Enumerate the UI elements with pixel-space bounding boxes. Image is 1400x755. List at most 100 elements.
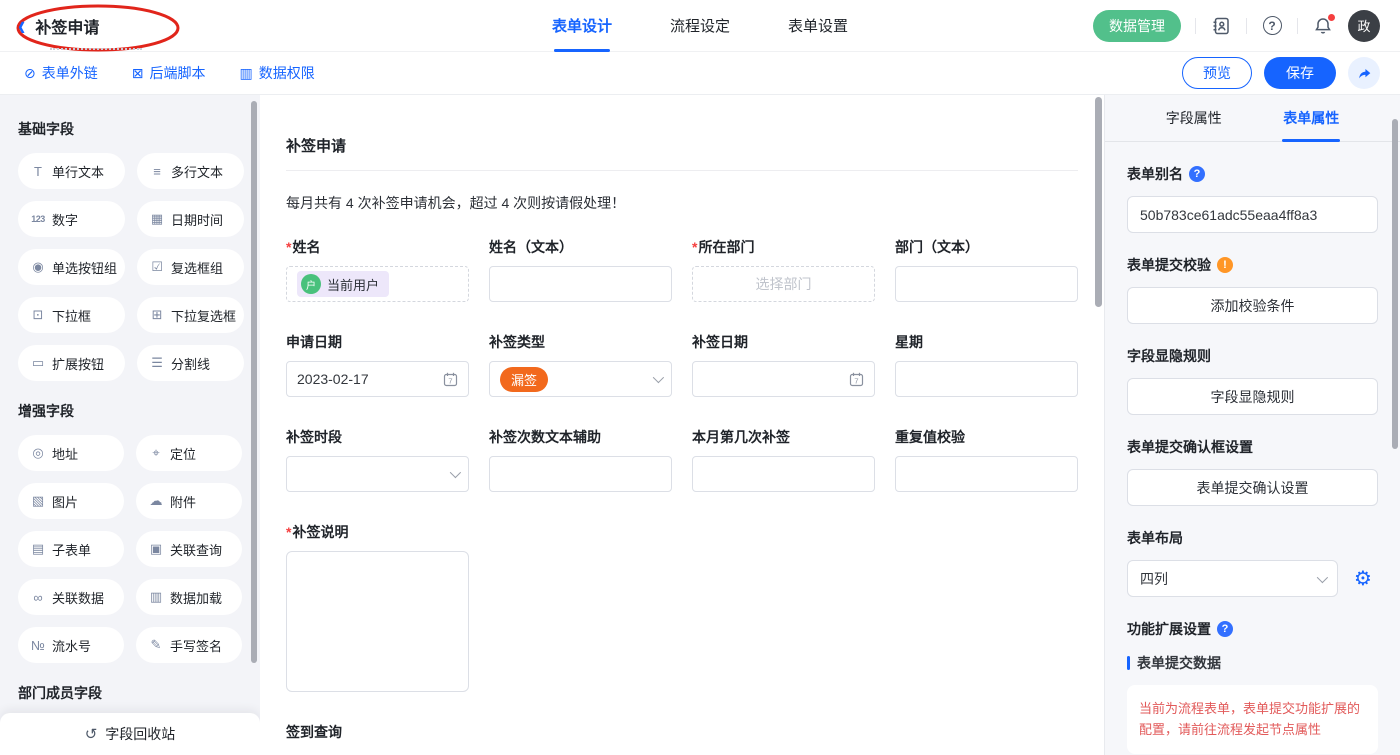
field-item-signature[interactable]: ✎手写签名: [136, 627, 242, 663]
help-icon[interactable]: ?: [1261, 15, 1283, 37]
field-recycle-bin[interactable]: ↺ 字段回收站: [0, 713, 260, 755]
field-item-radio-group[interactable]: ◉单选按钮组: [18, 249, 125, 285]
data-permission-button[interactable]: ▥ 数据权限: [239, 63, 314, 83]
field-resign-count-helper[interactable]: 补签次数文本辅助: [489, 427, 672, 492]
field-name-text[interactable]: 姓名（文本）: [489, 237, 672, 302]
tab-field-properties[interactable]: 字段属性: [1166, 95, 1222, 142]
resign-date-input[interactable]: 7: [692, 361, 875, 397]
form-alias-input[interactable]: [1127, 196, 1378, 233]
flow-form-warning: 当前为流程表单，表单提交功能扩展的配置，请前往流程发起节点属性: [1127, 685, 1378, 754]
field-item-number[interactable]: 123数字: [18, 201, 125, 237]
layout-select[interactable]: 四列: [1127, 560, 1338, 597]
attachment-cloud-icon: ☁: [148, 493, 164, 509]
resign-remark-textarea[interactable]: [286, 551, 469, 692]
field-item-divider-line[interactable]: ☰分割线: [137, 345, 244, 381]
resign-count-helper-input[interactable]: [489, 456, 672, 492]
enhanced-fields-grid: ◎地址 ⌖定位 ▧图片 ☁附件 ▤子表单 ▣关联查询 ∞关联数据 ▥数据加载 №…: [18, 435, 242, 663]
weekday-input[interactable]: [895, 361, 1078, 397]
main-tabs: 表单设计 流程设定 表单设置: [552, 0, 848, 52]
calendar-icon: ▦: [149, 211, 165, 227]
field-apply-date[interactable]: 申请日期 2023-02-17 7: [286, 332, 469, 397]
share-button[interactable]: [1348, 57, 1380, 89]
field-item-extend-button[interactable]: ▭扩展按钮: [18, 345, 125, 381]
form-name-title[interactable]: 补签申请: [35, 14, 99, 38]
field-department[interactable]: *所在部门 选择部门: [692, 237, 875, 302]
department-picker[interactable]: 选择部门: [692, 266, 875, 302]
submit-confirm-button[interactable]: 表单提交确认设置: [1127, 469, 1378, 506]
recycle-icon: ↺: [85, 725, 98, 743]
notification-bell-icon[interactable]: [1312, 15, 1334, 37]
field-item-multi-line-text[interactable]: ≡多行文本: [137, 153, 244, 189]
preview-button[interactable]: 预览: [1182, 57, 1252, 89]
divider: [1297, 18, 1298, 34]
tab-flow-setting[interactable]: 流程设定: [670, 0, 730, 52]
field-resign-date[interactable]: 补签日期 7: [692, 332, 875, 397]
backend-script-button[interactable]: ⊠ 后端脚本: [132, 63, 206, 83]
department-text-input[interactable]: [895, 266, 1078, 302]
form-description[interactable]: 每月共有 4 次补签申请机会，超过 4 次则按请假处理！: [286, 193, 1078, 213]
add-check-condition-button[interactable]: 添加校验条件: [1127, 287, 1378, 324]
user-avatar[interactable]: 政: [1348, 10, 1380, 42]
field-resign-period[interactable]: 补签时段: [286, 427, 469, 492]
field-item-data-load[interactable]: ▥数据加载: [136, 579, 242, 615]
tab-form-design[interactable]: 表单设计: [552, 0, 612, 52]
multi-dropdown-icon: ⊞: [149, 307, 165, 323]
address-pin-icon: ◎: [30, 445, 46, 461]
field-item-subform[interactable]: ▤子表单: [18, 531, 124, 567]
month-count-input[interactable]: [692, 456, 875, 492]
field-department-text[interactable]: 部门（文本）: [895, 237, 1078, 302]
field-item-datetime[interactable]: ▦日期时间: [137, 201, 244, 237]
external-link-button[interactable]: ⊘ 表单外链: [24, 63, 98, 83]
field-item-address[interactable]: ◎地址: [18, 435, 124, 471]
extend-button-icon: ▭: [30, 355, 46, 371]
contacts-icon[interactable]: [1210, 15, 1232, 37]
field-item-single-line-text[interactable]: T单行文本: [18, 153, 125, 189]
field-item-relation-data[interactable]: ∞关联数据: [18, 579, 124, 615]
warning-badge-icon[interactable]: !: [1217, 257, 1233, 273]
duplicate-check-input[interactable]: [895, 456, 1078, 492]
notification-dot: [1328, 14, 1335, 21]
field-weekday[interactable]: 星期: [895, 332, 1078, 397]
field-item-serial-number[interactable]: №流水号: [18, 627, 124, 663]
serial-number-icon: №: [30, 638, 46, 653]
field-item-checkbox-group[interactable]: ☑复选框组: [137, 249, 244, 285]
data-manage-button[interactable]: 数据管理: [1093, 10, 1181, 42]
single-line-text-icon: T: [30, 164, 46, 179]
chevron-down-icon: [653, 372, 664, 383]
divider-line-icon: ☰: [149, 355, 165, 371]
canvas-scrollbar[interactable]: [1095, 97, 1102, 307]
gear-icon[interactable]: ⚙: [1348, 566, 1378, 591]
name-text-input[interactable]: [489, 266, 672, 302]
name-field-control[interactable]: 户 当前用户: [286, 266, 469, 302]
current-user-tag[interactable]: 户 当前用户: [297, 271, 389, 297]
canvas-form-title[interactable]: 补签申请: [286, 135, 1078, 156]
field-name[interactable]: *姓名 户 当前用户: [286, 237, 469, 302]
field-duplicate-check[interactable]: 重复值校验: [895, 427, 1078, 492]
field-item-relation-query[interactable]: ▣关联查询: [136, 531, 242, 567]
field-item-multi-dropdown[interactable]: ⊞下拉复选框: [137, 297, 244, 333]
radio-icon: ◉: [30, 259, 46, 275]
user-circle-icon: 户: [301, 274, 321, 294]
signin-query-section[interactable]: 签到查询 员工姓名 考勤日期 考勤类型 签到定位 打卡时间: [286, 722, 1078, 755]
visibility-rules-button[interactable]: 字段显隐规则: [1127, 378, 1378, 415]
resign-type-select[interactable]: 漏签: [489, 361, 672, 397]
save-button[interactable]: 保存: [1264, 57, 1336, 89]
back-chevron-icon[interactable]: ‹: [18, 11, 25, 40]
help-badge-icon[interactable]: ?: [1217, 621, 1233, 637]
tab-form-setting[interactable]: 表单设置: [788, 0, 848, 52]
resign-period-select[interactable]: [286, 456, 469, 492]
field-item-attachment[interactable]: ☁附件: [136, 483, 242, 519]
field-item-image[interactable]: ▧图片: [18, 483, 124, 519]
field-item-location[interactable]: ⌖定位: [136, 435, 242, 471]
field-month-count[interactable]: 本月第几次补签: [692, 427, 875, 492]
sidebar-scrollbar[interactable]: [251, 101, 257, 663]
help-badge-icon[interactable]: ?: [1189, 166, 1205, 182]
tab-form-properties[interactable]: 表单属性: [1283, 95, 1339, 142]
field-item-dropdown[interactable]: ⊡下拉框: [18, 297, 125, 333]
field-resign-remark[interactable]: *补签说明: [286, 522, 1078, 692]
number-icon: 123: [30, 214, 46, 224]
apply-date-input[interactable]: 2023-02-17 7: [286, 361, 469, 397]
panel-scrollbar[interactable]: [1392, 119, 1398, 449]
title-divider: [286, 170, 1078, 171]
field-resign-type[interactable]: 补签类型 漏签: [489, 332, 672, 397]
